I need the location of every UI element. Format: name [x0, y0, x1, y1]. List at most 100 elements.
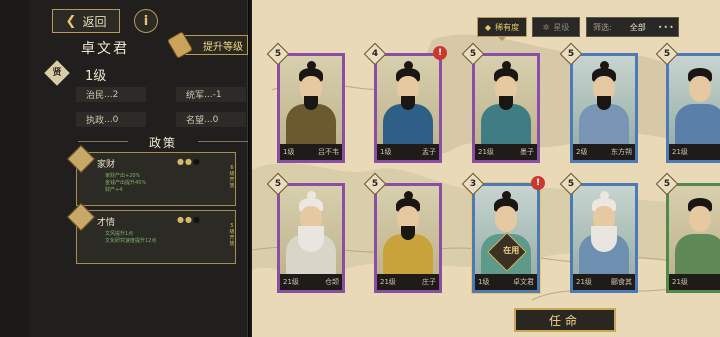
back-label: 返回: [82, 14, 107, 29]
stat-value: ...0: [204, 114, 219, 125]
card-footer: 21级 郦食其: [573, 274, 635, 290]
hero-card-name: 东方朔: [611, 148, 632, 156]
hero-level: 21级: [672, 278, 688, 286]
back-button[interactable]: ❮ 返回: [52, 9, 120, 33]
policy-section-title: 政策: [78, 134, 248, 151]
stat-administration: 执政 ...0: [76, 112, 146, 127]
card-footer: 21级 墨子: [475, 144, 537, 160]
hero-portrait: [280, 186, 342, 274]
card-footer: 21级: [669, 144, 720, 160]
more-icon: •••: [657, 22, 675, 32]
filter-value: 全部: [629, 22, 646, 32]
hero-portrait: [475, 56, 537, 144]
sort-by-rarity-button[interactable]: ◆ 稀有度: [477, 17, 527, 41]
appoint-button[interactable]: 任命: [514, 308, 616, 332]
hero-level: 21级: [672, 148, 688, 156]
policy-level-dots: ●●●: [177, 215, 201, 224]
sort-icon: ◆: [484, 22, 492, 32]
filter-dropdown[interactable]: 筛选: 全部 •••: [586, 17, 679, 37]
card-footer: 21级 庄子: [377, 274, 439, 290]
filter-label: 筛选:: [593, 22, 612, 32]
card-footer: 1级 吕不韦: [280, 144, 342, 160]
star-count: 5: [469, 49, 477, 59]
hero-level: 2级: [576, 148, 588, 156]
hero-level: 21级: [283, 278, 299, 286]
star-count: 5: [567, 179, 575, 189]
info-button[interactable]: i: [134, 9, 158, 33]
hero-level: 21级: [576, 278, 592, 286]
star-count: 5: [567, 49, 575, 59]
stat-prestige: 名望 ...0: [176, 112, 246, 127]
hero-card-name: 墨子: [520, 148, 534, 156]
stat-value: ...-1: [204, 89, 222, 100]
star-count: 4: [371, 49, 379, 59]
stat-label: 治民: [86, 91, 105, 101]
card-footer: 1级 卓文君: [475, 274, 537, 290]
stat-value: ...2: [104, 89, 119, 100]
hero-portrait: [669, 186, 720, 274]
chevron-left-icon: ❮: [65, 13, 77, 29]
sort-star-label: 星级: [553, 22, 570, 32]
hero-card-lishiqi[interactable]: 21级 郦食其 5: [559, 172, 638, 293]
hero-card-name: 孟子: [422, 148, 436, 156]
star-count: 5: [663, 179, 671, 189]
hero-card-partial-2[interactable]: 21级 5: [655, 172, 720, 293]
hero-card-mozi[interactable]: 21级 墨子 5: [461, 42, 540, 163]
info-icon: i: [143, 13, 149, 29]
star-count: 5: [663, 49, 671, 59]
hero-roster-area: ◆ 稀有度 ✲ 星级 筛选: 全部 ••• 1级 吕不韦 5 1级 孟子 4 !: [252, 0, 720, 337]
policy-level-dots: ●●●: [177, 157, 201, 166]
stat-label: 执政: [86, 116, 105, 126]
alert-icon: !: [531, 176, 545, 190]
in-use-label: 在用: [503, 245, 520, 255]
policy-unlock-level: 5级开放: [229, 223, 235, 247]
card-footer: 21级: [669, 274, 720, 290]
alert-icon: !: [433, 46, 447, 60]
star-count: 5: [274, 49, 282, 59]
hero-portrait: [669, 56, 720, 144]
card-footer: 1级 孟子: [377, 144, 439, 160]
rank-badge-text: 贤: [52, 68, 62, 78]
policy-card-talent[interactable]: 才情 ●●● 文风提升1点 文化研究速度提升12点 5级开放: [66, 202, 236, 264]
hero-portrait: [377, 56, 439, 144]
policy-unlock-level: 6级开放: [229, 165, 235, 189]
hero-card-zhuangzi[interactable]: 21级 庄子 5: [363, 172, 442, 293]
hero-card-name: 郦食其: [611, 278, 632, 286]
policy-description: 文风提升1点 文化研究速度提升12点: [105, 231, 157, 244]
sort-rarity-label: 稀有度: [495, 22, 520, 32]
stat-command: 统军 ...-1: [176, 87, 246, 102]
policy-description: 家财产出+20% 金钱产出提升45% 财产+4: [105, 173, 147, 193]
hero-card-name: 庄子: [422, 278, 436, 286]
hero-card-zhuowenjun[interactable]: 在用 1级 卓文君 3 !: [461, 172, 545, 293]
hero-detail-panel: ❮ 返回 i 卓文君 提升等级 贤 1级 治民 ...2 统军 ...-1 执政…: [30, 0, 250, 337]
hero-card-mengzi[interactable]: 1级 孟子 4 !: [363, 42, 447, 163]
hero-portrait: [377, 186, 439, 274]
hero-card-dongfangshuo[interactable]: 2级 东方朔 5: [559, 42, 638, 163]
hero-level: 21级: [478, 148, 494, 156]
hero-level: 1级: [85, 69, 107, 84]
hero-card-lubuwei[interactable]: 1级 吕不韦 5: [266, 42, 345, 163]
card-footer: 21级 仓颉: [280, 274, 342, 290]
star-count: 5: [371, 179, 379, 189]
hero-card-partial-1[interactable]: 21级 5: [655, 42, 720, 163]
sort-by-star-button[interactable]: ✲ 星级: [532, 17, 580, 37]
hero-card-cangjie[interactable]: 21级 仓颉 5: [266, 172, 345, 293]
hero-level: 21级: [380, 278, 396, 286]
hero-portrait: [573, 56, 635, 144]
hero-card-name: 卓文君: [513, 278, 534, 286]
hero-card-name: 仓颉: [325, 278, 339, 286]
hero-name: 卓文君: [81, 41, 129, 57]
scroll-quill-icon: [66, 202, 96, 232]
policy-card-wealth[interactable]: 家财 ●●● 家财产出+20% 金钱产出提升45% 财产+4 6级开放: [66, 144, 236, 206]
hero-portrait: [280, 56, 342, 144]
hero-portrait: [573, 186, 635, 274]
stat-label: 统军: [186, 91, 205, 101]
policy-name: 才情: [97, 218, 116, 228]
upgrade-label: 提升等级: [203, 41, 243, 53]
stat-value: ...0: [104, 114, 119, 125]
hero-level: 1级: [478, 278, 490, 286]
card-footer: 2级 东方朔: [573, 144, 635, 160]
rank-badge: 贤: [44, 60, 70, 86]
star-count: 3: [469, 179, 477, 189]
upgrade-level-button[interactable]: 提升等级: [166, 30, 248, 60]
